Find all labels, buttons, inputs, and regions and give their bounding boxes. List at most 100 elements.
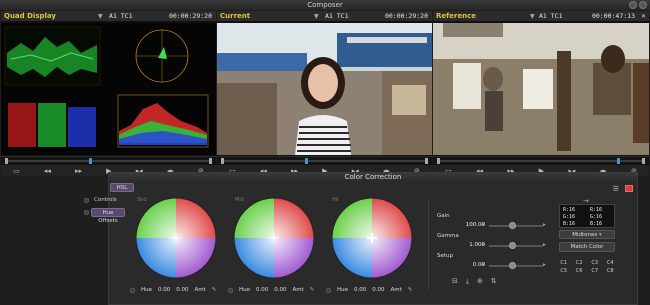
hue-label: Hue [141,287,153,293]
current-panel: Current ▼ A1 TC1 00:00:29:20 ▭ ◂◂ ▸▸ ▶ ▸… [217,11,432,176]
highlights-wheel[interactable] [330,196,414,280]
panel-name[interactable]: Reference [436,11,476,22]
color-button-c4[interactable]: C4 [604,260,618,266]
arrow-right-icon[interactable]: ▸ [543,222,546,228]
color-button-c6[interactable]: C6 [573,268,587,274]
setup-track[interactable] [489,265,543,267]
playhead[interactable] [305,158,308,164]
arrow-right-icon[interactable]: ▸ [543,262,546,268]
step-back-icon[interactable]: ◂◂ [44,167,51,175]
highlights-wheel-graphic [331,197,413,279]
setup-label: Setup [437,253,454,259]
color-button-c8[interactable]: C8 [604,268,618,274]
playhead[interactable] [617,158,620,164]
arrow-left-icon[interactable]: ◂ [481,262,484,268]
close-icon[interactable]: ✕ [641,11,646,22]
match-color-label: Match Color [570,244,604,250]
mark-in-marker[interactable] [5,158,8,164]
midtones-dropdown[interactable]: Midtones ▾ [559,230,615,239]
amt-value[interactable]: 0.00 [372,287,384,293]
arrow-left-icon[interactable]: ◂ [481,242,484,248]
current-frame [217,23,432,155]
panel-name[interactable]: Current [220,11,250,22]
mark-out-marker[interactable] [425,158,428,164]
match-color-button[interactable]: Match Color [559,242,615,252]
gamma-track[interactable] [489,245,543,247]
shadows-footer: Hue 0.00 0.00 Amt ✎ [130,287,216,293]
mark-out-marker[interactable] [209,158,212,164]
timeline-bar[interactable] [433,156,649,164]
minimize-icon[interactable] [629,1,637,9]
current-frame-image [217,23,432,155]
monitor-icon[interactable]: ▭ [13,167,20,175]
timeline-bar[interactable] [1,156,216,164]
hue-value[interactable]: 0.00 [158,287,170,293]
arrow-right-icon[interactable]: ▸ [543,242,546,248]
window-title: Composer [307,1,343,9]
hue-offsets-checkbox[interactable] [84,210,89,215]
eyedropper-icon[interactable]: ✎ [310,287,315,293]
reference-frame-image [433,23,649,155]
rgb-left-g: G:16 [563,214,576,220]
rgb-right-r: R:16 [590,207,603,213]
playhead[interactable] [89,158,92,164]
mark-in-marker[interactable] [437,158,440,164]
settings-icon[interactable]: ☰ [613,185,619,193]
controls-checkbox[interactable] [84,198,89,203]
timeline-track [223,160,426,162]
setup-slider-handle[interactable] [509,262,516,269]
highlights-footer: Hue 0.00 0.00 Amt ✎ [326,287,412,293]
swap-icon[interactable]: ⇅ [491,277,497,286]
panel-name[interactable]: Quad Display [4,11,56,22]
quad-scopes [1,23,216,155]
scopes-graphic [1,23,216,155]
hue-value[interactable]: 0.00 [256,287,268,293]
track-label[interactable]: A1 TC1 [325,11,348,22]
hue-offsets-button[interactable]: Hue Offsets [91,208,125,224]
rgb-left-r: R:16 [563,207,576,213]
arrow-down-icon[interactable]: ⤓ [466,277,469,286]
midtones-footer: Hue 0.00 0.00 Amt ✎ [228,287,314,293]
hue-label: Hue [337,287,349,293]
rgb-right-g: G:16 [590,214,603,220]
timeline-bar[interactable] [217,156,432,164]
gamma-slider-handle[interactable] [509,242,516,249]
mark-out-marker[interactable] [642,158,645,164]
shadows-wheel[interactable] [134,196,218,280]
chevron-down-icon[interactable]: ▼ [530,11,535,22]
color-button-c2[interactable]: C2 [573,260,587,266]
close-icon[interactable] [639,1,647,9]
hue-checkbox[interactable] [130,287,135,293]
rgb-right-b: B:16 [590,221,603,227]
window-titlebar: Composer [0,0,650,10]
amt-value[interactable]: 0.00 [274,287,286,293]
balance-toolbar: ⊟ ⤓ ⊕ ⇅ [452,277,497,286]
color-button-c5[interactable]: C5 [557,268,571,274]
chevron-down-icon[interactable]: ▼ [98,11,103,22]
tab-hsl[interactable]: HSL [110,183,134,192]
gain-slider-handle[interactable] [509,222,516,229]
arrow-left-icon[interactable]: ◂ [481,222,484,228]
add-icon[interactable]: ⊕ [477,277,483,286]
palette-icon[interactable] [625,185,633,192]
midtones-wheel[interactable] [232,196,316,280]
hue-value[interactable]: 0.00 [354,287,366,293]
color-button-c7[interactable]: C7 [588,268,602,274]
chevron-down-icon[interactable]: ▼ [314,11,319,22]
quad-display-panel: Quad Display ▼ A1 TC1 00:00:29:20 ▭ ◂◂ ▸… [1,11,216,176]
color-button-c1[interactable]: C1 [557,260,571,266]
amt-label: Amt [390,287,402,293]
color-button-c3[interactable]: C3 [588,260,602,266]
step-forward-icon[interactable]: ▸▸ [75,167,82,175]
amt-value[interactable]: 0.00 [176,287,188,293]
eyedropper-icon[interactable]: ✎ [212,287,217,293]
hue-checkbox[interactable] [326,287,331,293]
mark-in-marker[interactable] [221,158,224,164]
eyedropper-icon[interactable]: ✎ [408,287,413,293]
gain-track[interactable] [489,225,543,227]
track-label[interactable]: A1 TC1 [109,11,132,22]
levels-icon[interactable]: ⊟ [452,277,458,286]
hue-checkbox[interactable] [228,287,233,293]
divider [428,200,429,290]
track-label[interactable]: A1 TC1 [539,11,562,22]
